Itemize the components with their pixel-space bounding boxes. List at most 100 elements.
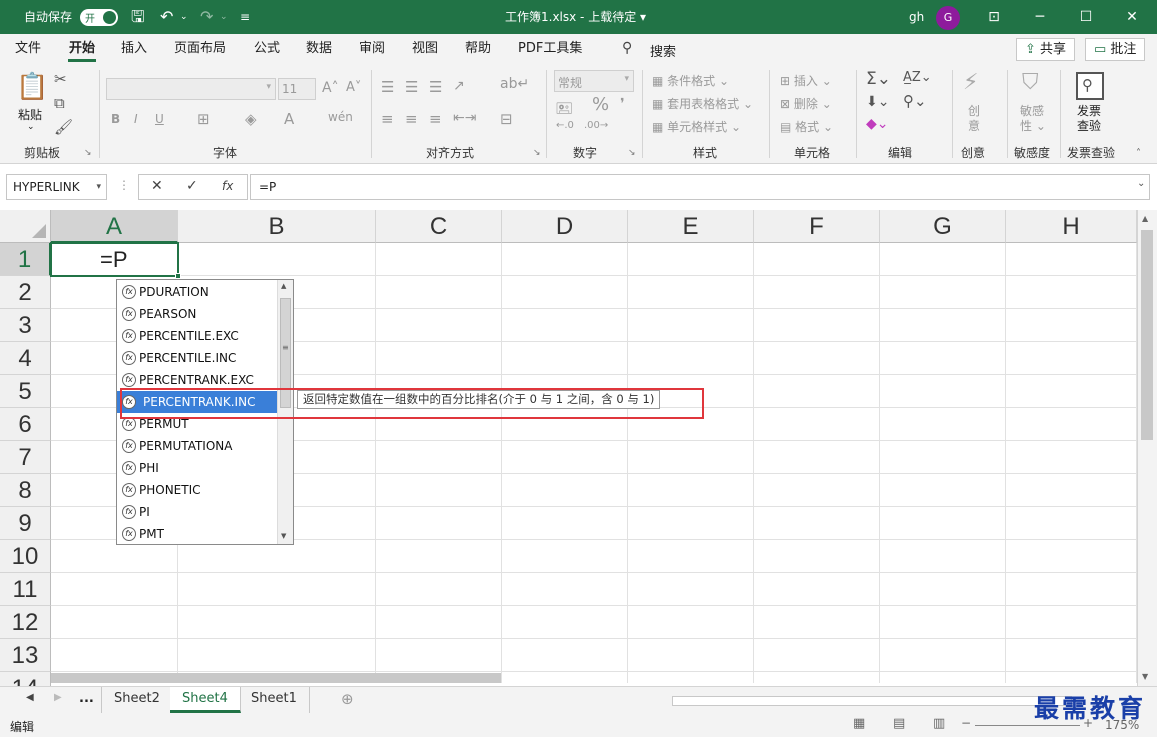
sensitivity-icon[interactable]: ⛉ [1022,70,1039,95]
autosave-toggle[interactable]: 开 [80,9,118,26]
row-header-6[interactable]: 6 [0,408,51,441]
insert-cells-button[interactable]: ⊞ 插入 ⌄ [780,72,832,89]
row-header-4[interactable]: 4 [0,342,51,375]
undo-dropdown-icon[interactable]: ⌄ [180,0,188,34]
collapse-ribbon-icon[interactable]: ˄ [1136,148,1141,159]
autocomplete-item[interactable]: fx PERCENTILE.INC [117,347,277,369]
autocomplete-item[interactable]: fx PEARSON [117,303,277,325]
format-cells-button[interactable]: ▤ 格式 ⌄ [780,118,833,135]
font-name-combo[interactable]: ▾ [106,78,276,100]
more-sheets-button[interactable]: ... [79,691,94,706]
tab-insert[interactable]: 插入 [111,34,157,64]
borders-icon[interactable]: ⊞ [197,110,210,128]
autocomplete-item[interactable]: fx PERMUTATIONA [117,435,277,457]
window-title[interactable]: 工作簿1.xlsx - 上载待定 ▾ [505,0,646,34]
tab-help[interactable]: 帮助 [455,34,501,64]
merge-icon[interactable]: ⊟ [500,110,513,128]
row-header-10[interactable]: 10 [0,540,51,573]
save-icon[interactable]: 🖫 [131,0,145,34]
formula-input[interactable]: =P [250,174,1150,200]
autocomplete-item[interactable]: fx PHI [117,457,277,479]
currency-icon[interactable]: 🖭 [556,98,572,122]
row-header-7[interactable]: 7 [0,441,51,474]
undo-icon[interactable]: ↶ [160,0,173,34]
percent-icon[interactable]: % [592,94,609,115]
lightning-icon[interactable]: ⚡ [963,70,978,95]
underline-button[interactable]: U [155,112,164,126]
tab-page-layout[interactable]: 页面布局 [164,34,236,64]
autocomplete-item[interactable]: fx PERCENTILE.EXC [117,325,277,347]
zoom-slider[interactable] [975,725,1080,726]
format-as-table-button[interactable]: ▦ 套用表格格式 ⌄ [652,95,753,112]
find-select-icon[interactable]: ⚲⌄ [903,92,927,110]
number-launcher-icon[interactable]: ↘ [628,148,636,158]
column-header-a[interactable]: A [51,210,178,243]
column-header-h[interactable]: H [1006,210,1137,243]
decrease-font-icon[interactable]: A˅ [346,80,361,95]
align-right-icon[interactable]: ≡ [429,110,442,128]
column-header-c[interactable]: C [376,210,502,243]
row-header-1[interactable]: 1 [0,243,51,276]
increase-font-icon[interactable]: A˄ [322,80,339,96]
row-header-11[interactable]: 11 [0,573,51,606]
decrease-decimal-icon[interactable]: .00→ [584,120,608,131]
row-header-2[interactable]: 2 [0,276,51,309]
next-sheet-icon[interactable]: ▶ [54,692,62,703]
italic-button[interactable]: I [134,112,138,126]
row-header-13[interactable]: 13 [0,639,51,672]
page-break-view-icon[interactable]: ▥ [933,716,945,731]
fill-icon[interactable]: ⬇⌄ [866,94,889,110]
clipboard-launcher-icon[interactable]: ↘ [84,148,92,158]
maximize-icon[interactable]: ☐ [1063,0,1109,34]
sheet-tab-sheet4[interactable]: Sheet4 [170,687,241,713]
name-box[interactable]: HYPERLINK ▾ [6,174,107,200]
column-header-g[interactable]: G [880,210,1006,243]
comma-icon[interactable]: ❜ [620,96,625,112]
customize-toolbar-icon[interactable]: ≡ [240,0,250,34]
format-painter-icon[interactable]: 🖌 [54,118,73,136]
wrap-text-icon[interactable]: ab↵ [500,76,529,92]
paste-dropdown-icon[interactable]: ⌄ [27,122,35,132]
page-layout-view-icon[interactable]: ▤ [893,716,905,731]
orientation-icon[interactable]: ↗ [453,78,465,94]
phonetic-icon[interactable]: wén [328,110,353,124]
expand-formula-icon[interactable]: ⌄ [1137,178,1145,189]
row-header-3[interactable]: 3 [0,309,51,342]
align-bottom-icon[interactable]: ☰ [429,78,442,96]
autocomplete-item[interactable]: fx PDURATION [117,281,277,303]
invoice-check-button[interactable]: 发票 查验 [1077,104,1101,134]
delete-cells-button[interactable]: ⊠ 删除 ⌄ [780,95,832,112]
align-left-icon[interactable]: ≡ [381,110,394,128]
fill-color-icon[interactable]: ◈ [245,110,257,128]
tab-scroll-track[interactable] [672,696,1072,706]
alignment-launcher-icon[interactable]: ↘ [533,148,541,158]
avatar[interactable]: G [936,6,960,30]
copy-icon[interactable]: ⧉ [54,94,65,112]
row-header-12[interactable]: 12 [0,606,51,639]
tab-data[interactable]: 数据 [296,34,342,64]
font-color-icon[interactable]: A [284,110,294,128]
cancel-icon[interactable]: ✕ [151,178,163,194]
prev-sheet-icon[interactable]: ◀ [26,692,34,703]
search-icon[interactable]: ⚲ [622,40,632,56]
tab-pdf-tools[interactable]: PDF工具集 [508,34,592,64]
insert-function-button[interactable]: fx [222,179,233,193]
row-header-14[interactable]: 14 [0,672,51,686]
row-header-8[interactable]: 8 [0,474,51,507]
paste-icon[interactable]: 📋 [16,72,48,102]
tab-review[interactable]: 审阅 [349,34,395,64]
column-header-f[interactable]: F [754,210,880,243]
increase-decimal-icon[interactable]: ←.0 [556,120,574,131]
autosum-icon[interactable]: Σ⌄ [866,69,891,89]
normal-view-icon[interactable]: ▦ [853,716,865,731]
font-size-combo[interactable]: 11 [278,78,316,100]
paste-label[interactable]: 粘贴 [18,106,42,123]
redo-dropdown-icon[interactable]: ⌄ [220,0,228,34]
row-header-9[interactable]: 9 [0,507,51,540]
sensitivity-button[interactable]: 敏感 性 ⌄ [1020,104,1046,134]
add-sheet-icon[interactable]: ⊕ [341,690,354,708]
zoom-out-icon[interactable]: − [961,716,971,730]
sort-filter-icon[interactable]: A̲Z⌄ [903,70,932,85]
cut-icon[interactable]: ✂ [54,70,67,88]
align-top-icon[interactable]: ☰ [381,78,394,96]
